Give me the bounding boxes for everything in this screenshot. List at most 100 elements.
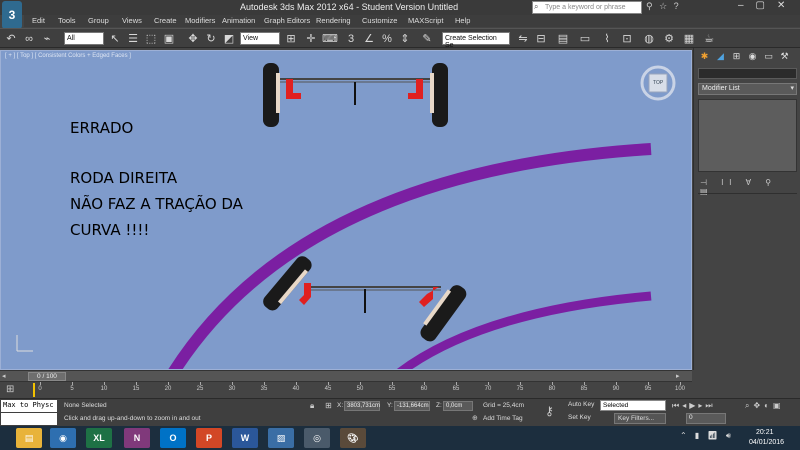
top-viewport[interactable]: [ + ] [ Top ] [ Consistent Colors + Edge… [0,50,692,370]
word-icon[interactable]: W [232,428,258,448]
viewcube-top-label: TOP [653,80,664,86]
outlook-icon[interactable]: O [160,428,186,448]
next-frame-icon[interactable]: ▸ [676,372,680,380]
key-icon[interactable]: ⚷ [545,404,554,418]
playback-controls[interactable]: ⏮◂▶▸⏭ [672,401,716,411]
motion-tab-icon[interactable]: ◉ [746,50,759,63]
selection-filter-dropdown[interactable]: All [64,32,104,45]
menu-edit[interactable]: Edit [32,16,45,25]
title-bar: Autodesk 3ds Max 2012 x64 - Student Vers… [0,0,800,15]
object-name-field[interactable] [698,68,797,79]
3dsmax-taskbar-icon[interactable]: ◎ [304,428,330,448]
rotate-icon[interactable]: ↻ [204,32,218,46]
time-slider-knob[interactable]: 0 / 100 [28,372,66,381]
reference-coord-dropdown[interactable]: View [240,32,280,45]
lock-icon[interactable]: 🔒︎ [310,401,314,411]
modify-tab-icon[interactable]: ◢ [714,50,727,63]
clock-time[interactable]: 20:21 [756,429,774,436]
menu-graph-editors[interactable]: Graph Editors [264,16,310,25]
current-frame-field[interactable]: 0 [686,413,726,424]
time-slider[interactable]: ◂ 0 / 100 ▸ [0,370,692,381]
key-filters-button[interactable]: Key Filters... [614,413,666,424]
schematic-view-icon[interactable]: ⊡ [620,32,634,46]
menu-create[interactable]: Create [154,16,177,25]
viewport-label[interactable]: [ + ] [ Top ] [ Consistent Colors + Edge… [5,53,131,59]
time-tag-icon[interactable]: ⊕ [472,414,478,422]
create-tab-icon[interactable]: ✱ [698,50,711,63]
edit-named-selection-icon[interactable]: ✎ [420,32,434,46]
mirror-icon[interactable]: ⇋ [516,32,530,46]
select-by-name-icon[interactable]: ☰ [126,32,140,46]
spinner-snap-icon[interactable]: ⇕ [398,32,412,46]
undo-icon[interactable]: ↶ [4,32,18,46]
maxscript-listener-input[interactable]: Max to Physc [1,400,57,412]
auto-key-button[interactable]: Auto Key [568,401,598,411]
menu-rendering[interactable]: Rendering [316,16,351,25]
scale-icon[interactable]: ◩ [222,32,236,46]
powerpoint-icon[interactable]: P [196,428,222,448]
render-production-icon[interactable]: ☕ [702,32,716,46]
maxscript-output[interactable] [1,413,57,425]
hierarchy-tab-icon[interactable]: ⊞ [730,50,743,63]
open-mini-curve-editor-icon[interactable]: ⊞ [6,384,14,395]
track-tick-label: 90 [612,386,620,392]
manipulate-icon[interactable]: ✛ [304,32,318,46]
z-coord-field[interactable]: 0,0cm [443,401,473,411]
search-input[interactable]: Type a keyword or phrase [532,1,642,14]
excel-icon[interactable]: XL [86,428,112,448]
curve-editor-icon[interactable]: ⌇ [600,32,614,46]
utilities-tab-icon[interactable]: ⚒ [778,50,791,63]
layer-manager-icon[interactable]: ▤ [556,32,570,46]
material-editor-icon[interactable]: ◍ [642,32,656,46]
key-mode-dropdown[interactable]: Selected [600,400,666,411]
stack-tools[interactable]: ⊣ ǀǀ ∀ ⚲ ▤ [700,178,795,196]
track-tick-label: 10 [100,386,108,392]
modifier-stack[interactable] [698,99,797,172]
onenote-icon[interactable]: N [124,428,150,448]
move-icon[interactable]: ✥ [186,32,200,46]
link-icon[interactable]: ∞ [22,32,36,46]
window-crossing-icon[interactable]: ▣ [162,32,176,46]
menu-tools[interactable]: Tools [58,16,76,25]
x-coord-field[interactable]: 3803,731cm [344,401,380,411]
unlink-icon[interactable]: ⌁ [40,32,54,46]
window-controls[interactable]: –▢✕ [738,0,797,11]
infocenter-icons[interactable]: ⚲ ☆ ? [646,1,681,12]
viewport-nav-icons[interactable]: ⌕✥◐▣ [745,401,785,411]
chrome-icon[interactable]: ◉ [50,428,76,448]
modifier-list-dropdown[interactable]: Modifier List ▾ [698,83,797,95]
render-setup-icon[interactable]: ⚙ [662,32,676,46]
photos-icon[interactable]: ▨ [268,428,294,448]
menu-views[interactable]: Views [122,16,142,25]
pivot-icon[interactable]: ⊞ [284,32,298,46]
percent-snap-icon[interactable]: % [380,32,394,46]
transform-mode-icon[interactable]: ⊞ [325,401,332,410]
rect-selection-icon[interactable]: ⬚ [144,32,158,46]
keyboard-shortcut-icon[interactable]: ⌨ [322,32,338,46]
select-object-icon[interactable]: ↖ [108,32,122,46]
file-explorer-icon[interactable]: ▤ [16,428,42,448]
angle-snap-icon[interactable]: ∠ [362,32,376,46]
ribbon-icon[interactable]: ▭ [578,32,592,46]
named-selection-dropdown[interactable]: Create Selection Se [442,32,510,49]
snap-toggle-icon[interactable]: 3 [344,32,358,46]
menu-animation[interactable]: Animation [222,16,255,25]
y-coord-field[interactable]: -131,664cm [394,401,430,411]
prev-frame-icon[interactable]: ◂ [2,372,6,380]
align-icon[interactable]: ⊟ [534,32,548,46]
menu-modifiers[interactable]: Modifiers [185,16,215,25]
clock-date[interactable]: 04/01/2016 [749,439,784,446]
add-time-tag[interactable]: Add Time Tag [483,415,523,422]
paint-icon[interactable]: 🎨︎ [340,428,366,448]
menu-group[interactable]: Group [88,16,109,25]
track-bar[interactable]: ⊞ 0 5 10 15 20 25 30 35 40 45 50 55 60 65 70 75 80 85 90 95… [0,381,692,398]
menu-maxscript[interactable]: MAXScript [408,16,443,25]
rendered-frame-icon[interactable]: ▦ [682,32,696,46]
menu-customize[interactable]: Customize [362,16,397,25]
system-tray-icons[interactable]: ⌃ ▮ 📶︎ 🔊︎ [680,431,734,441]
display-tab-icon[interactable]: ▭ [762,50,775,63]
set-key-button[interactable]: Set Key [568,414,598,424]
menu-help[interactable]: Help [455,16,470,25]
app-logo-icon[interactable]: 3 [2,1,22,29]
track-tick [392,382,393,385]
